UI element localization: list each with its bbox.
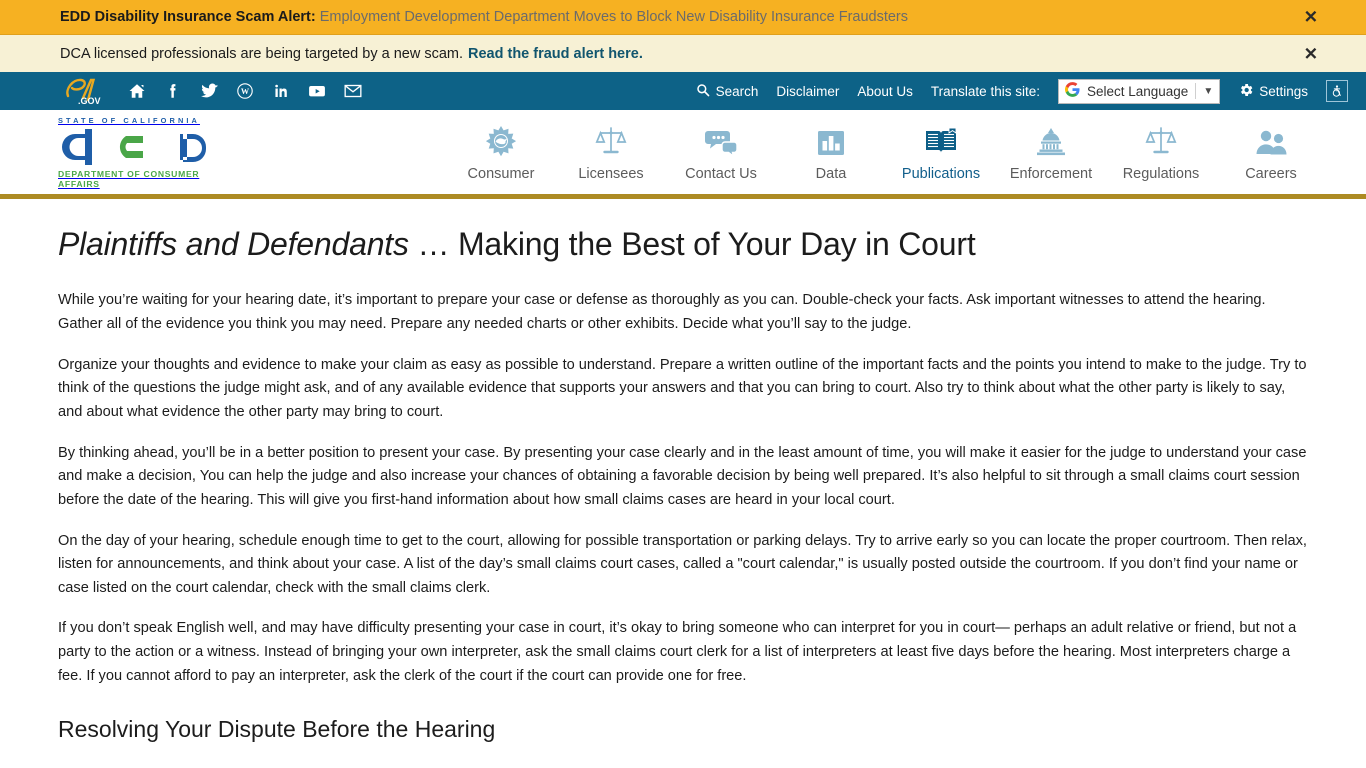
chat-bubbles-icon bbox=[705, 123, 737, 157]
page-title-italic: Plaintiffs and Defendants bbox=[58, 226, 409, 262]
utility-bar-right: Search Disclaimer About Us Translate thi… bbox=[696, 78, 1348, 104]
nav-label: Data bbox=[815, 165, 847, 182]
nav-label: Contact Us bbox=[685, 165, 757, 182]
translate-label: Translate this site: bbox=[930, 83, 1040, 99]
alert-2-close-icon[interactable]: ✕ bbox=[1304, 45, 1318, 62]
dca-logo-top-text: STATE OF CALIFORNIA bbox=[58, 115, 200, 125]
settings-button[interactable]: Settings bbox=[1238, 82, 1308, 101]
bar-chart-icon bbox=[817, 123, 845, 157]
dca-masthead: STATE OF CALIFORNIA DEPARTMENT OF CONSUM… bbox=[0, 110, 1366, 199]
nav-item-licensees[interactable]: Licensees bbox=[556, 123, 666, 182]
alert-1-title: EDD Disability Insurance Scam Alert: bbox=[60, 9, 316, 25]
nav-label: Publications bbox=[901, 165, 981, 182]
search-icon bbox=[696, 83, 710, 100]
alert-2-link[interactable]: Read the fraud alert here. bbox=[468, 46, 643, 62]
search-label: Search bbox=[715, 83, 759, 99]
svg-text:W: W bbox=[241, 87, 250, 96]
body-paragraph: By thinking ahead, you’ll be in a better… bbox=[58, 444, 1307, 508]
social-links: W bbox=[126, 80, 364, 102]
nav-item-careers[interactable]: Careers bbox=[1216, 123, 1326, 182]
home-icon[interactable] bbox=[126, 80, 148, 102]
body-paragraph: Organize your thoughts and evidence to m… bbox=[58, 356, 1307, 420]
people-icon bbox=[1255, 123, 1287, 157]
language-select[interactable]: Select Language ▼ bbox=[1057, 78, 1221, 104]
main-content: Plaintiffs and Defendants … Making the B… bbox=[0, 199, 1366, 768]
body-paragraph: On the day of your hearing, schedule eno… bbox=[58, 532, 1307, 596]
main-navigation: Consumer Licensees Contact Us Data Publi… bbox=[446, 123, 1326, 182]
body-paragraph: If you don’t speak English well, and may… bbox=[58, 620, 1297, 684]
nav-label: Careers bbox=[1245, 165, 1297, 182]
accessibility-icon[interactable] bbox=[1326, 80, 1348, 102]
sun-bear-seal-icon bbox=[485, 123, 517, 157]
divider bbox=[1195, 83, 1197, 99]
alert-bar-fraud: DCA licensed professionals are being tar… bbox=[0, 35, 1366, 72]
alert-bar-edd-scam: EDD Disability Insurance Scam Alert: Emp… bbox=[0, 0, 1366, 35]
ca-gov-utility-bar: .GOV W Search Disclaimer About Us Transl… bbox=[0, 72, 1366, 110]
page-title: Plaintiffs and Defendants … Making the B… bbox=[58, 225, 1308, 263]
nav-item-contact-us[interactable]: Contact Us bbox=[666, 123, 776, 182]
nav-label: Consumer bbox=[467, 165, 535, 182]
page-title-rest: … Making the Best of Your Day in Court bbox=[408, 226, 976, 262]
alert-1-link[interactable]: Employment Development Department Moves … bbox=[320, 9, 908, 25]
settings-label: Settings bbox=[1259, 83, 1308, 99]
nav-item-data[interactable]: Data bbox=[776, 123, 886, 182]
scales-icon bbox=[595, 123, 627, 157]
about-us-link[interactable]: About Us bbox=[857, 84, 913, 99]
ca-gov-logo[interactable]: .GOV bbox=[64, 76, 110, 106]
disclaimer-link[interactable]: Disclaimer bbox=[776, 84, 839, 99]
scales-icon bbox=[1145, 123, 1177, 157]
dca-logo-bottom-text: DEPARTMENT OF CONSUMER AFFAIRS bbox=[58, 168, 200, 189]
nav-item-consumer[interactable]: Consumer bbox=[446, 123, 556, 182]
svg-text:.GOV: .GOV bbox=[78, 96, 101, 106]
nav-label: Regulations bbox=[1122, 165, 1200, 182]
youtube-icon[interactable] bbox=[306, 80, 328, 102]
facebook-icon[interactable] bbox=[162, 80, 184, 102]
nav-label: Enforcement bbox=[1009, 165, 1093, 182]
nav-label: Licensees bbox=[578, 165, 644, 182]
section-heading: Resolving Your Dispute Before the Hearin… bbox=[58, 716, 496, 743]
capitol-icon bbox=[1035, 123, 1067, 157]
gear-icon bbox=[1238, 82, 1254, 101]
nav-item-enforcement[interactable]: Enforcement bbox=[996, 123, 1106, 182]
chevron-down-icon: ▼ bbox=[1203, 85, 1214, 97]
twitter-icon[interactable] bbox=[198, 80, 220, 102]
language-value: Select Language bbox=[1086, 83, 1189, 99]
email-icon[interactable] bbox=[342, 80, 364, 102]
open-book-icon bbox=[925, 123, 957, 157]
alert-2-text: DCA licensed professionals are being tar… bbox=[60, 45, 463, 62]
linkedin-icon[interactable] bbox=[270, 80, 292, 102]
dca-logo[interactable]: STATE OF CALIFORNIA DEPARTMENT OF CONSUM… bbox=[58, 116, 238, 189]
nav-item-publications[interactable]: Publications bbox=[886, 123, 996, 182]
dca-logo-wordmark bbox=[58, 127, 238, 167]
alert-1-close-icon[interactable]: ✕ bbox=[1304, 9, 1318, 26]
body-paragraph: While you’re waiting for your hearing da… bbox=[58, 292, 1266, 333]
google-icon bbox=[1064, 82, 1080, 100]
nav-item-regulations[interactable]: Regulations bbox=[1106, 123, 1216, 182]
wordpress-icon[interactable]: W bbox=[234, 80, 256, 102]
search-link[interactable]: Search bbox=[696, 83, 759, 100]
